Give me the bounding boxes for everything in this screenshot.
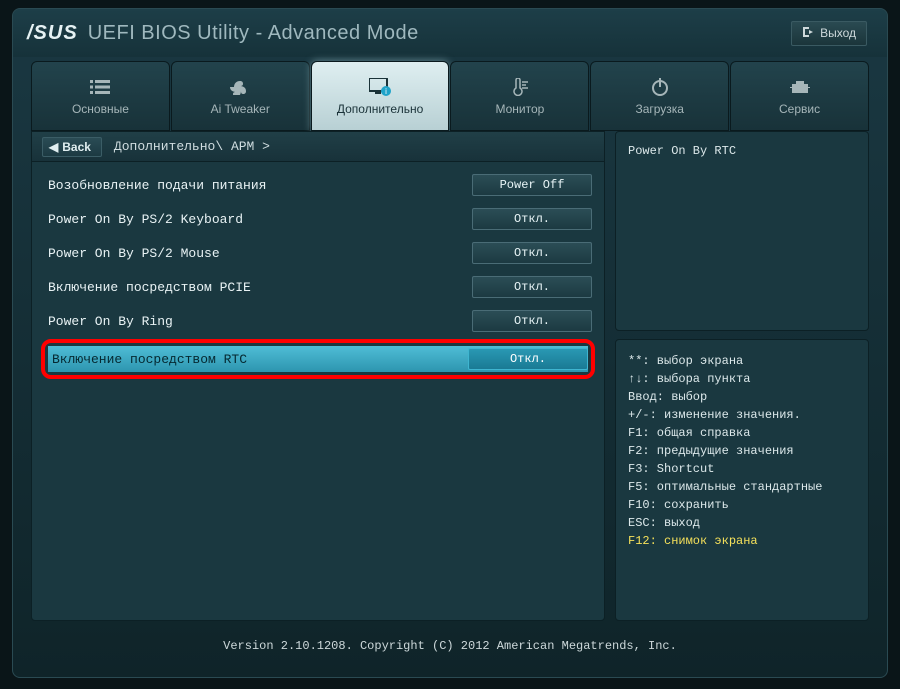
info-text: Power On By RTC (628, 144, 736, 158)
settings-list: Возобновление подачи питания Power Off P… (32, 162, 604, 386)
app-title: UEFI BIOS Utility - Advanced Mode (88, 22, 419, 45)
setting-row-power-restore[interactable]: Возобновление подачи питания Power Off (44, 172, 592, 198)
help-line: F2: предыдущие значения (628, 442, 856, 460)
setting-label: Power On By Ring (44, 314, 472, 329)
setting-row-ring[interactable]: Power On By Ring Откл. (44, 308, 592, 334)
tab-label: Дополнительно (337, 102, 423, 116)
tab-label: Загрузка (635, 102, 684, 116)
tab-label: Монитор (495, 102, 544, 116)
tab-label: Основные (72, 102, 129, 116)
tab-ai-tweaker[interactable]: Ai Tweaker (171, 61, 310, 131)
help-line: ↑↓: выбора пункта (628, 370, 856, 388)
setting-label: Возобновление подачи питания (44, 178, 472, 193)
help-line: F3: Shortcut (628, 460, 856, 478)
right-pane: Power On By RTC **: выбор экрана ↑↓: выб… (615, 131, 869, 621)
exit-icon (802, 26, 814, 41)
bios-window: /SUS UEFI BIOS Utility - Advanced Mode В… (12, 8, 888, 678)
back-label: Back (62, 140, 91, 154)
content-area: ◀ Back Дополнительно\ APM > Возобновлени… (13, 131, 887, 629)
titlebar: /SUS UEFI BIOS Utility - Advanced Mode В… (13, 9, 887, 57)
setting-value[interactable]: Power Off (472, 174, 592, 196)
tab-boot[interactable]: Загрузка (590, 61, 729, 131)
setting-row-rtc[interactable]: Включение посредством RTC Откл. (48, 346, 588, 372)
setting-label: Power On By PS/2 Mouse (44, 246, 472, 261)
asus-logo-text: /SUS (27, 22, 78, 45)
tab-tool[interactable]: Сервис (730, 61, 869, 131)
thermometer-icon (510, 76, 530, 98)
help-line: **: выбор экрана (628, 352, 856, 370)
setting-value[interactable]: Откл. (472, 276, 592, 298)
asus-logo: /SUS (27, 22, 78, 45)
list-icon (90, 76, 110, 98)
toolbox-icon (790, 76, 810, 98)
svg-text:i: i (385, 87, 387, 96)
setting-label: Включение посредством PCIE (44, 280, 472, 295)
fan-icon (230, 76, 250, 98)
tab-main[interactable]: Основные (31, 61, 170, 131)
breadcrumb-path: Дополнительно\ APM > (114, 139, 270, 154)
back-button[interactable]: ◀ Back (42, 137, 102, 157)
help-line: F1: общая справка (628, 424, 856, 442)
tab-advanced[interactable]: i Дополнительно (311, 61, 450, 131)
setting-label: Power On By PS/2 Keyboard (44, 212, 472, 227)
help-line-f12: F12: снимок экрана (628, 532, 856, 550)
monitor-info-icon: i (369, 76, 391, 98)
footer-version: Version 2.10.1208. Copyright (C) 2012 Am… (13, 629, 887, 659)
settings-pane: ◀ Back Дополнительно\ APM > Возобновлени… (31, 131, 605, 621)
tab-monitor[interactable]: Монитор (450, 61, 589, 131)
chevron-left-icon: ◀ (49, 140, 58, 154)
setting-row-ps2-keyboard[interactable]: Power On By PS/2 Keyboard Откл. (44, 206, 592, 232)
setting-row-ps2-mouse[interactable]: Power On By PS/2 Mouse Откл. (44, 240, 592, 266)
setting-value[interactable]: Откл. (472, 208, 592, 230)
help-line: Ввод: выбор (628, 388, 856, 406)
help-line: F5: оптимальные стандартные (628, 478, 856, 496)
setting-value[interactable]: Откл. (472, 310, 592, 332)
help-line: ESC: выход (628, 514, 856, 532)
highlight-annotation: Включение посредством RTC Откл. (41, 339, 595, 379)
power-icon (651, 76, 669, 98)
main-tabs: Основные Ai Tweaker i Дополнительно Мони… (13, 61, 887, 131)
setting-row-pcie[interactable]: Включение посредством PCIE Откл. (44, 274, 592, 300)
help-line: F10: сохранить (628, 496, 856, 514)
tab-label: Ai Tweaker (211, 102, 270, 116)
help-line: +/-: изменение значения. (628, 406, 856, 424)
exit-label: Выход (820, 26, 856, 40)
setting-value[interactable]: Откл. (472, 242, 592, 264)
setting-label: Включение посредством RTC (48, 352, 468, 367)
tab-label: Сервис (779, 102, 820, 116)
exit-button[interactable]: Выход (791, 21, 867, 46)
breadcrumb-bar: ◀ Back Дополнительно\ APM > (32, 132, 604, 162)
info-box: Power On By RTC (615, 131, 869, 331)
setting-value[interactable]: Откл. (468, 348, 588, 370)
help-box: **: выбор экрана ↑↓: выбора пункта Ввод:… (615, 339, 869, 621)
